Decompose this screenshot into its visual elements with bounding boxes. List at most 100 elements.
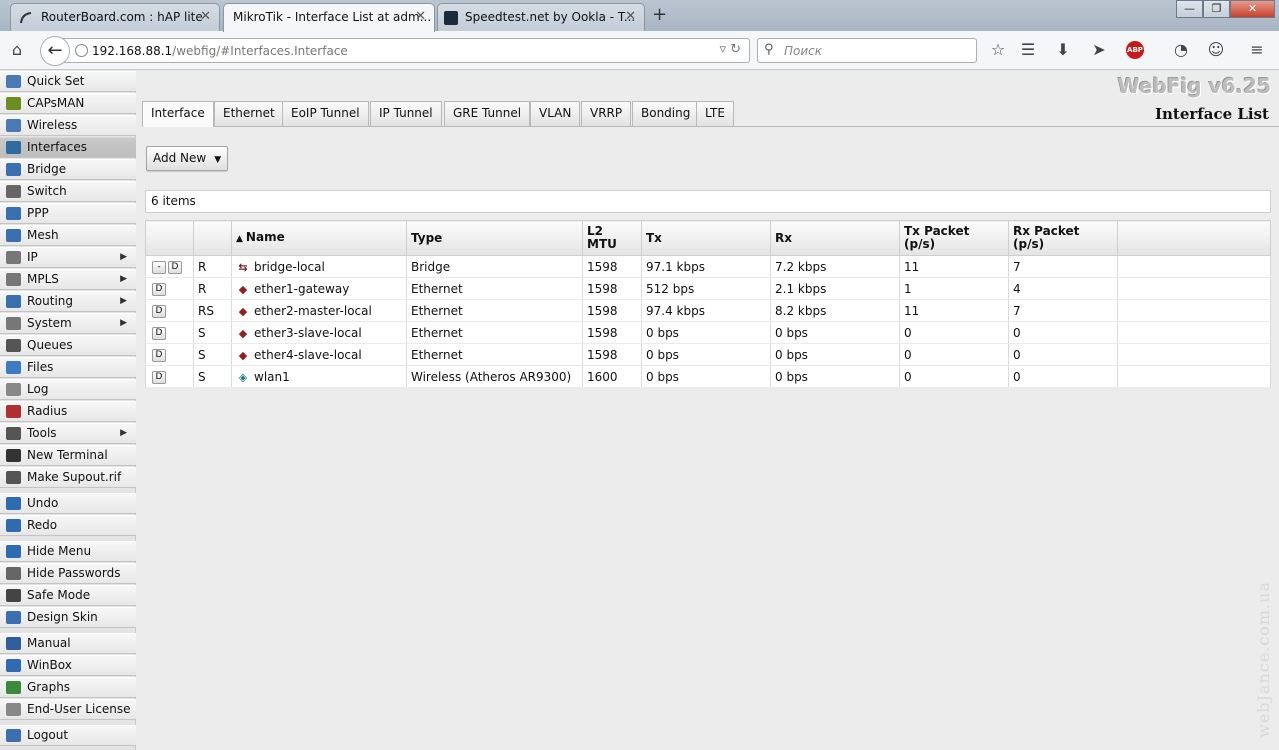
disable-button[interactable]: D <box>152 282 166 296</box>
table-row[interactable]: D S ◈ wlan1 Wireless (Atheros AR9300) 1600 0 b… <box>145 365 1271 388</box>
sidebar-item-hide-menu[interactable]: Hide Menu <box>0 541 136 562</box>
disable-button[interactable]: D <box>152 304 166 318</box>
sidebar-item-system[interactable]: System ▶ <box>0 313 136 334</box>
disable-button[interactable]: D <box>152 326 166 340</box>
col-tx[interactable]: Tx <box>641 220 771 256</box>
sidebar-item-winbox[interactable]: WinBox <box>0 655 136 676</box>
col-l2mtu[interactable]: L2 MTU <box>582 220 642 256</box>
col-name[interactable]: ▲ Name <box>231 220 407 256</box>
cell-name[interactable]: ◆ ether3-slave-local <box>231 321 407 344</box>
reload-icon[interactable]: ▿ ↻ <box>719 42 741 57</box>
sync-icon[interactable]: ◔ <box>1170 39 1192 61</box>
row-actions: -D <box>145 255 194 278</box>
sidebar-item-quick-set[interactable]: Quick Set <box>0 71 136 92</box>
sidebar-item-safe-mode[interactable]: Safe Mode <box>0 585 136 606</box>
disable-button[interactable]: D <box>152 370 166 384</box>
sidebar-item-ppp[interactable]: PPP <box>0 203 136 224</box>
sidebar-item-switch[interactable]: Switch <box>0 181 136 202</box>
sidebar-item-graphs[interactable]: Graphs <box>0 677 136 698</box>
sidebar-item-routing[interactable]: Routing ▶ <box>0 291 136 312</box>
disable-button[interactable]: D <box>152 348 166 362</box>
col-tx-packet[interactable]: Tx Packet (p/s) <box>899 220 1009 256</box>
cell-flags: RS <box>193 299 232 322</box>
mesh-icon <box>6 229 21 242</box>
supout-icon <box>6 471 21 484</box>
sidebar-item-radius[interactable]: Radius <box>0 401 136 422</box>
new-tab-icon[interactable]: + <box>652 4 667 25</box>
cell-type: Wireless (Atheros AR9300) <box>406 365 583 388</box>
cell-name[interactable]: ◆ ether4-slave-local <box>231 343 407 366</box>
smiley-icon[interactable]: ☺ <box>1205 39 1227 61</box>
sidebar-item-files[interactable]: Files <box>0 357 136 378</box>
sidebar-item-capsman[interactable]: CAPsMAN <box>0 93 136 114</box>
close-icon[interactable]: ✕ <box>415 9 426 24</box>
col-rx[interactable]: Rx <box>770 220 900 256</box>
tab-gre-tunnel[interactable]: GRE Tunnel <box>444 101 531 126</box>
search-bar[interactable]: ⚲ Поиск <box>757 38 977 63</box>
sidebar-item-manual[interactable]: Manual <box>0 633 136 654</box>
cell-name[interactable]: ◈ wlan1 <box>231 365 407 388</box>
tab-lte[interactable]: LTE <box>696 101 734 126</box>
download-icon[interactable]: ⬇ <box>1052 39 1074 61</box>
sidebar-item-logout[interactable]: Logout <box>0 725 136 746</box>
reading-list-icon[interactable]: ☰ <box>1017 39 1039 61</box>
window-close-icon[interactable]: ✕ <box>1230 0 1275 18</box>
home-icon[interactable]: ⌂ <box>6 39 28 61</box>
sidebar-item-mpls[interactable]: MPLS ▶ <box>0 269 136 290</box>
tab-vrrp[interactable]: VRRP <box>581 101 632 126</box>
tab-ethernet[interactable]: Ethernet <box>214 101 284 126</box>
sidebar-item-ip[interactable]: IP ▶ <box>0 247 136 268</box>
row-actions: D <box>145 277 194 300</box>
add-new-button[interactable]: Add New ▼ <box>146 146 229 171</box>
sidebar-item-queues[interactable]: Queues <box>0 335 136 356</box>
table-row[interactable]: - D R ⇆ bridge-local Bridge 1598 97.1 kbps 7.2 k… <box>145 255 1271 278</box>
browser-tab-routerboard[interactable]: RouterBoard.com : hAP lite ✕ <box>10 3 220 31</box>
table-row[interactable]: D R ◆ ether1-gateway Ethernet 1598 512 bps 2.1 … <box>145 277 1271 300</box>
sidebar-item-hide-passwords[interactable]: Hide Passwords <box>0 563 136 584</box>
disable-button[interactable]: D <box>168 260 182 274</box>
menu-icon[interactable]: ≡ <box>1246 39 1268 61</box>
sidebar-item-redo[interactable]: Redo <box>0 515 136 536</box>
sidebar-item-label: Make Supout.rif <box>27 470 122 484</box>
tab-vlan[interactable]: VLAN <box>530 101 581 126</box>
undo-icon <box>6 497 21 510</box>
sidebar-item-bridge[interactable]: Bridge <box>0 159 136 180</box>
sidebar-item-wireless[interactable]: Wireless <box>0 115 136 136</box>
browser-tab-speedtest[interactable]: Speedtest.net by Ookla - T... ✕ <box>437 3 645 31</box>
close-icon[interactable]: ✕ <box>625 9 636 24</box>
maximize-icon[interactable]: ❐ <box>1203 0 1230 18</box>
sidebar-item-mesh[interactable]: Mesh <box>0 225 136 246</box>
cell-name[interactable]: ◆ ether2-master-local <box>231 299 407 322</box>
cell-flags: S <box>193 343 232 366</box>
sidebar-item-interfaces[interactable]: Interfaces <box>0 137 136 158</box>
minimize-icon[interactable]: — <box>1176 0 1203 18</box>
sidebar-item-undo[interactable]: Undo <box>0 493 136 514</box>
sidebar-item-label: New Terminal <box>27 448 108 462</box>
sidebar-item-tools[interactable]: Tools ▶ <box>0 423 136 444</box>
tab-eoip-tunnel[interactable]: EoIP Tunnel <box>282 101 369 126</box>
url-bar[interactable]: 192.168.88.1/webfig/#Interfaces.Interfac… <box>55 38 750 63</box>
col-rx-packet[interactable]: Rx Packet (p/s) <box>1008 220 1118 256</box>
sidebar-item-log[interactable]: Log <box>0 379 136 400</box>
tab-ip-tunnel[interactable]: IP Tunnel <box>370 101 442 126</box>
adblock-icon[interactable]: ABP <box>1126 41 1144 59</box>
tab-bonding[interactable]: Bonding <box>632 101 700 126</box>
table-row[interactable]: D S ◆ ether3-slave-local Ethernet 1598 0 bps 0 … <box>145 321 1271 344</box>
table-row[interactable]: D RS ◆ ether2-master-local Ethernet 1598 97.4 … <box>145 299 1271 322</box>
cell-name[interactable]: ⇆ bridge-local <box>231 255 407 278</box>
sidebar-item-design-skin[interactable]: Design Skin <box>0 607 136 628</box>
remove-button[interactable]: - <box>152 260 166 274</box>
send-icon[interactable]: ➤ <box>1088 39 1110 61</box>
back-button[interactable]: ← <box>40 36 70 66</box>
cell-rx: 0 bps <box>770 343 900 366</box>
sidebar-item-end-user-license[interactable]: End-User License <box>0 699 136 720</box>
browser-tab-mikrotik[interactable]: MikroTik - Interface List at adm... ✕ <box>223 3 435 32</box>
close-icon[interactable]: ✕ <box>200 9 211 24</box>
col-type[interactable]: Type <box>406 220 583 256</box>
tab-interface[interactable]: Interface <box>142 101 214 127</box>
sidebar-item-new-terminal[interactable]: New Terminal <box>0 445 136 466</box>
sidebar-item-make-supout-rif[interactable]: Make Supout.rif <box>0 467 136 488</box>
table-row[interactable]: D S ◆ ether4-slave-local Ethernet 1598 0 bps 0 … <box>145 343 1271 366</box>
cell-name[interactable]: ◆ ether1-gateway <box>231 277 407 300</box>
star-icon[interactable]: ☆ <box>987 39 1009 61</box>
